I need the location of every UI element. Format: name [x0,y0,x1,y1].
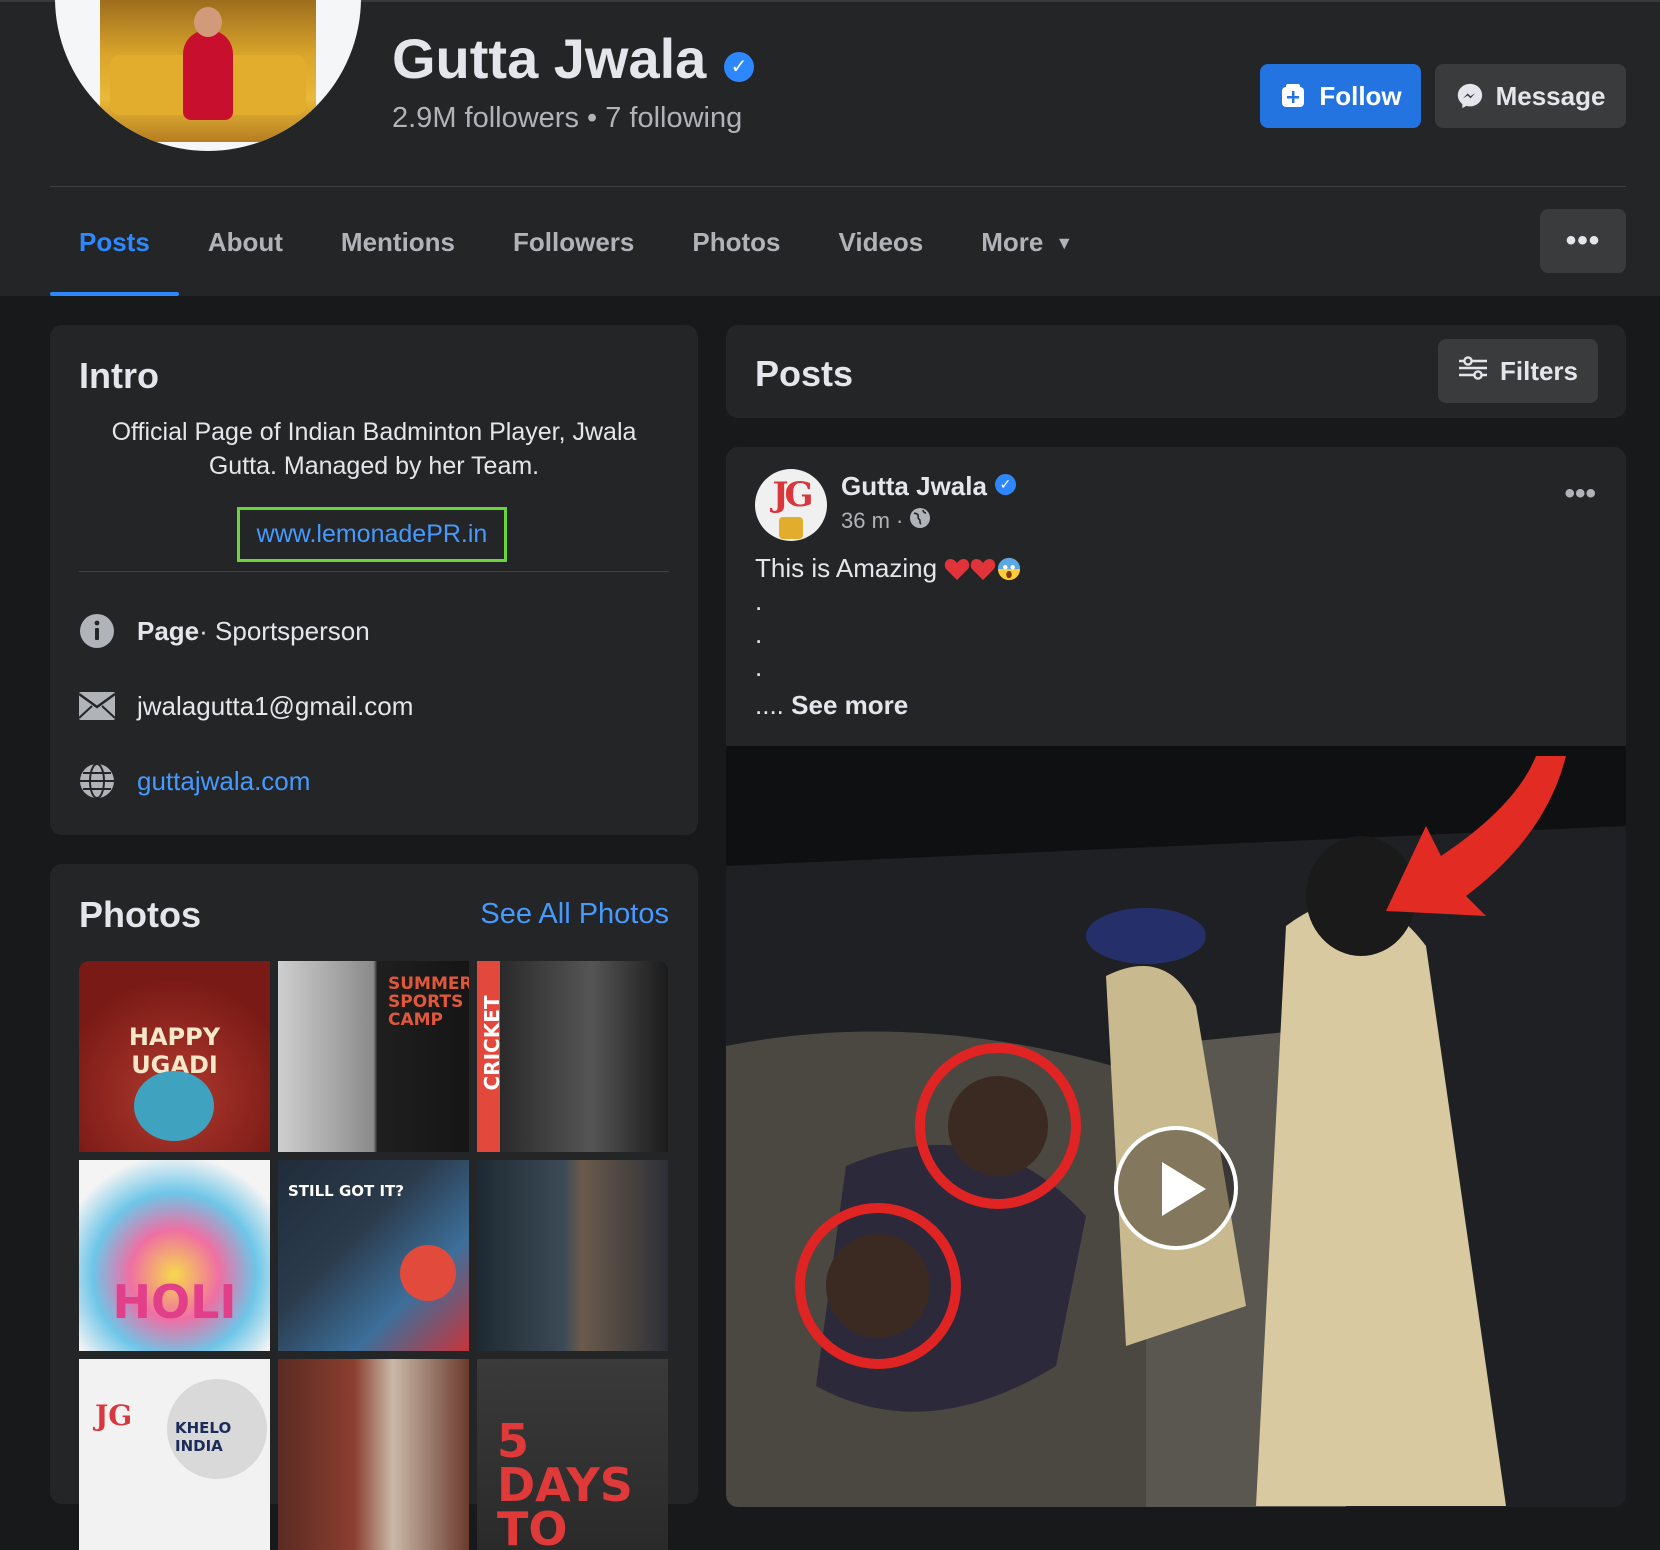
photo-tile[interactable]: KHELO INDIA JG [79,1359,270,1550]
photo-caption: STILL GOT IT? [288,1182,404,1200]
follow-icon [1279,82,1307,110]
envelope-icon [79,688,115,724]
screaming-face-icon [998,557,1021,581]
see-all-photos-link[interactable]: See All Photos [480,898,669,931]
join-badge-graphic [400,1245,456,1301]
tab-label: Mentions [340,227,456,257]
avatar-mini-photo [779,517,803,539]
photos-card: Photos See All Photos HAPPY UGADI SUMMER… [50,864,698,1550]
profile-picture[interactable] [55,0,361,151]
posts-title: Posts [755,353,854,394]
post-dot-line: . [755,619,763,649]
verified-badge-icon: ✓ [995,474,1016,495]
post-video[interactable] [726,746,1626,1507]
pot-graphic [134,1071,214,1141]
tab-mentions[interactable]: Mentions [312,205,484,296]
tab-label: About [207,227,283,257]
photo-tile[interactable]: HAPPY UGADI [79,961,270,1152]
messenger-icon [1456,82,1484,110]
post-options-icon[interactable]: ••• [1564,477,1596,511]
photo-grid: HAPPY UGADI SUMMER SPORTS CAMP CRICKET H… [79,961,670,1550]
tab-label: Photos [692,227,781,257]
see-more-row: .... See more [755,690,908,721]
intro-title: Intro [79,355,159,396]
bio-link[interactable]: www.lemonadePR.in [237,507,507,562]
profile-photo-head [194,7,222,37]
caret-down-icon: ▼ [1055,233,1074,253]
verified-badge-icon: ✓ [724,52,754,82]
sliders-icon [1458,355,1488,388]
intro-divider [79,571,669,572]
tab-photos[interactable]: Photos [663,205,809,296]
tab-followers[interactable]: Followers [484,205,663,296]
page-title: Gutta Jwala [392,27,707,90]
jg-logo: JG [772,475,813,515]
tab-label: More [981,227,1044,257]
globe-icon [909,507,931,535]
red-heart-icon [945,559,970,580]
tab-label: Followers [513,227,635,257]
more-options-button[interactable]: ••• [1540,209,1626,273]
photo-caption: 5 DAYS TO GO [497,1414,633,1550]
website-link[interactable]: guttajwala.com [137,766,310,797]
see-more-link[interactable]: See more [791,690,908,720]
profile-photo-person [183,30,233,120]
globe-icon [79,763,115,799]
tab-label: Posts [79,227,150,257]
filters-button[interactable]: Filters [1438,339,1598,403]
intro-email-row: jwalagutta1@gmail.com [79,686,413,726]
photo-tile[interactable]: STILL GOT IT? [278,1160,469,1351]
jg-logo: JG [95,1399,133,1432]
photo-caption: HOLI [112,1275,237,1329]
intro-card: Intro Official Page of Indian Badminton … [50,325,698,835]
tab-more[interactable]: More ▼ [952,205,1102,296]
photo-tile[interactable]: CRICKET [477,961,668,1152]
intro-category-row: Page · Sportsperson [79,611,370,651]
photo-caption: SUMMER SPORTS CAMP [388,974,469,1030]
post-body: This is Amazing . . . [755,552,1022,684]
play-icon[interactable] [1114,1126,1238,1250]
post-time-text: 36 m · [841,508,904,533]
posts-header-card: Posts Filters [726,325,1626,418]
photo-tile[interactable]: HOLI [79,1160,270,1351]
post-timestamp[interactable]: 36 m · [841,507,931,535]
ellipsis-icon: ••• [1565,224,1601,257]
post-dot-line: . [755,652,763,682]
profile-tabs: Posts About Mentions Followers Photos Vi… [50,205,1102,296]
message-button[interactable]: Message [1435,64,1626,128]
tab-posts[interactable]: Posts [50,205,179,296]
filters-label: Filters [1499,355,1579,386]
header-divider [50,186,1626,187]
page-label: Page [137,615,200,646]
email-text[interactable]: jwalagutta1@gmail.com [137,691,413,722]
post-text-line: This is Amazing [755,552,1022,585]
intro-bio: Official Page of Indian Badminton Player… [111,418,637,480]
category-text: · Sportsperson [199,615,370,646]
post-author-avatar[interactable]: JG [755,469,827,541]
photo-caption: CRICKET [480,995,504,1091]
post-text: This is Amazing [755,553,938,583]
info-icon [79,613,115,649]
photo-tile[interactable] [278,1359,469,1550]
red-heart-icon [971,559,996,580]
intro-website-row: guttajwala.com [79,761,310,801]
follow-label: Follow [1319,80,1402,111]
message-label: Message [1495,80,1606,111]
tab-about[interactable]: About [179,205,312,296]
post-author-name[interactable]: Gutta Jwala [841,471,987,502]
photo-tile[interactable]: 5 DAYS TO GO [477,1359,668,1550]
photos-title: Photos [79,894,201,935]
post-dot-line: . [755,586,763,616]
tab-videos[interactable]: Videos [809,205,952,296]
post-card: JG Gutta Jwala ✓ 36 m · ••• This is Amaz… [726,447,1626,1507]
photo-tile[interactable]: SUMMER SPORTS CAMP [278,961,469,1152]
tab-label: Videos [838,227,924,257]
follow-button[interactable]: Follow [1260,64,1421,128]
photo-tile[interactable] [477,1160,668,1351]
ellipsis-text: .... [755,690,784,720]
followers-count[interactable]: 2.9M followers • 7 following [392,102,742,135]
photo-caption: KHELO INDIA [175,1419,232,1455]
